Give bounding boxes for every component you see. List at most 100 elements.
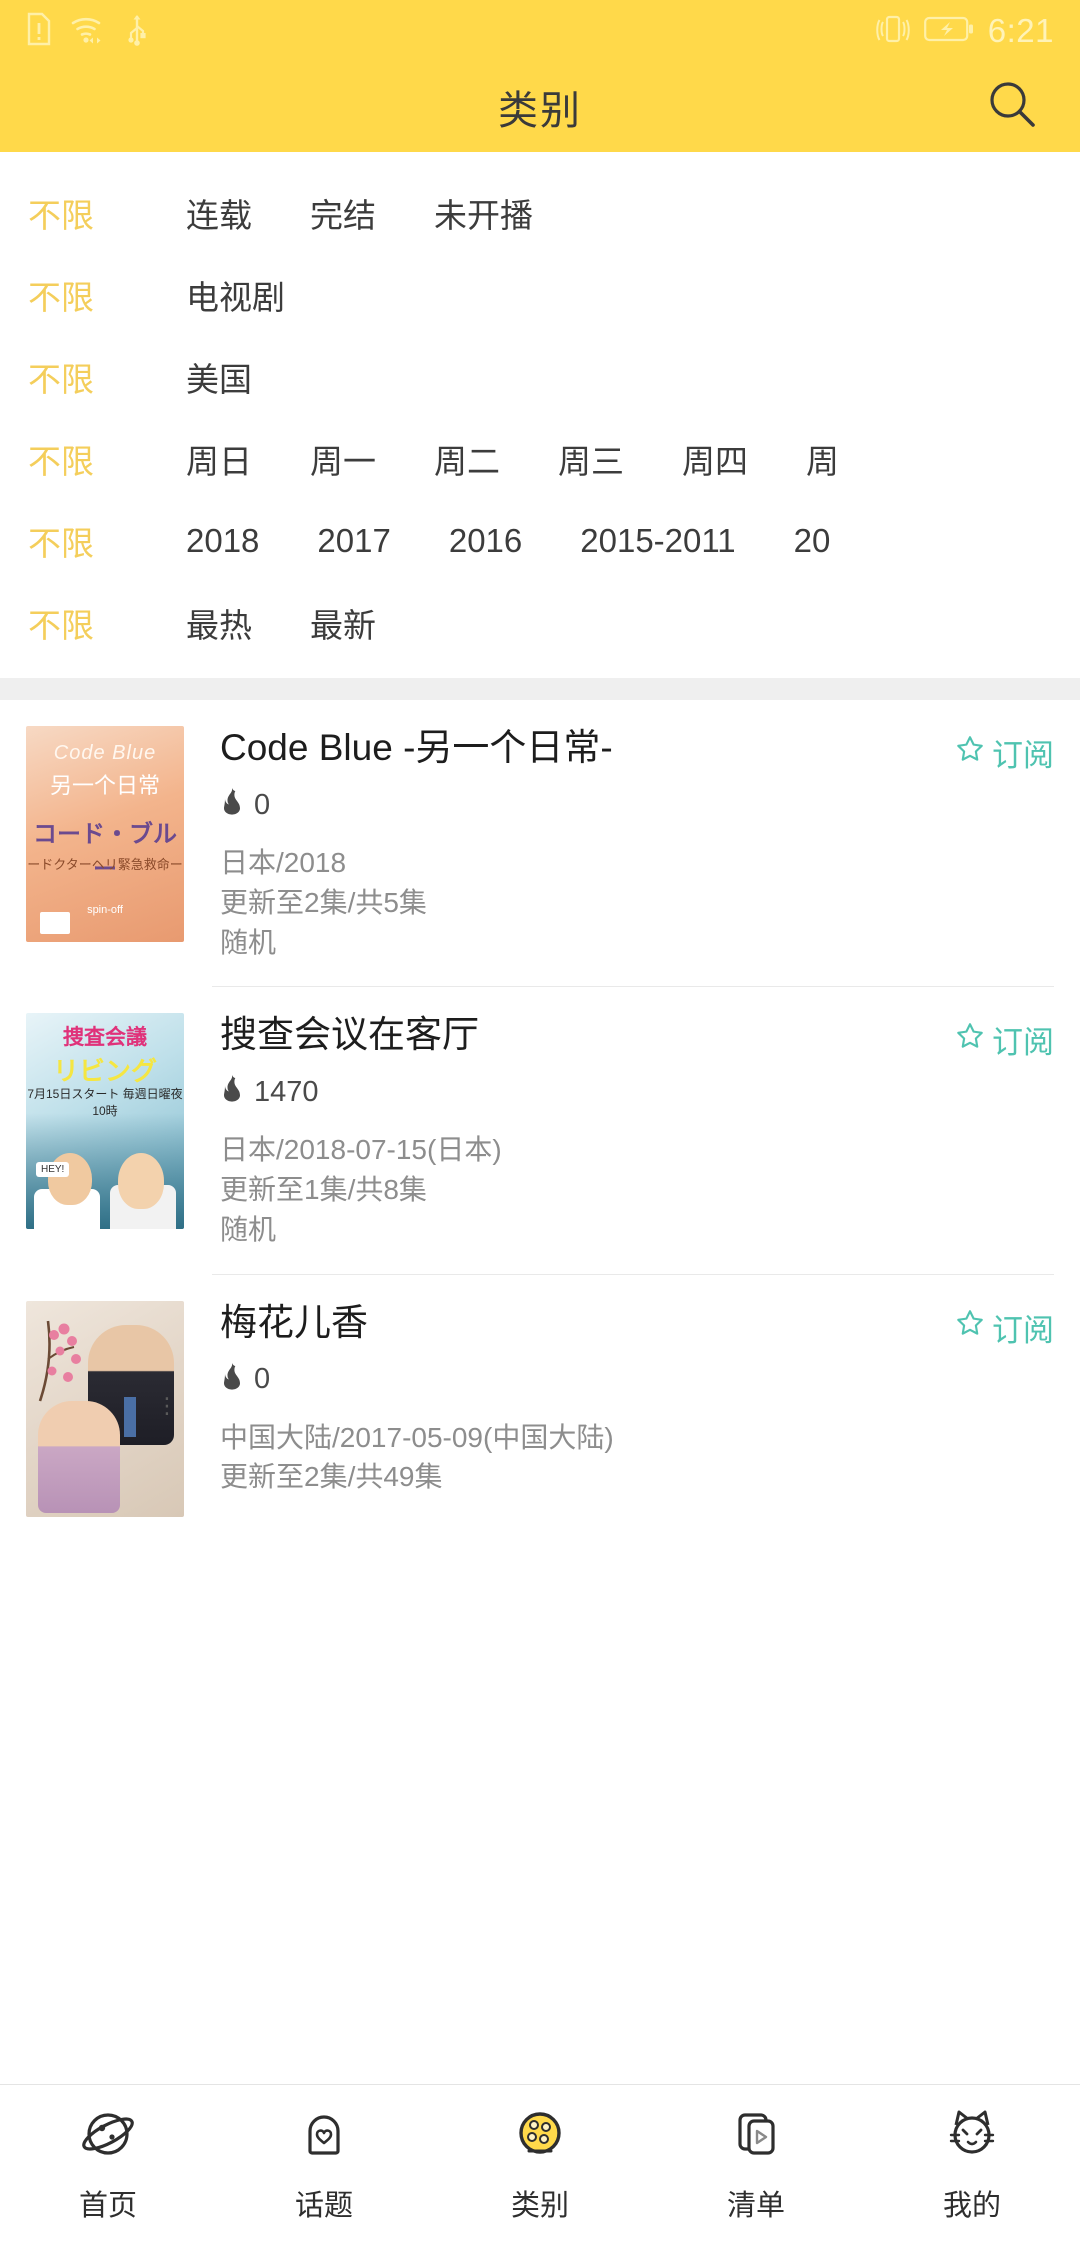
nav-label-category: 类别 xyxy=(510,2190,569,2222)
filter-status-option-2[interactable]: 完结 xyxy=(310,189,376,237)
app-header: 类别 xyxy=(0,62,1080,152)
filter-row-year: 不限 2018 2017 2016 2015-2011 20 xyxy=(0,500,1080,582)
subscribe-label: 订阅 xyxy=(992,738,1054,773)
search-icon xyxy=(984,77,1040,138)
filter-year-option-3[interactable]: 2016 xyxy=(449,522,522,560)
list-item[interactable]: 捜査会議 リビング 7月15日スタート 毎週日曜夜10時 HEY! 搜查会议在客… xyxy=(0,987,1080,1249)
vibrate-icon xyxy=(876,13,910,50)
filter-weekday-option-5[interactable]: 周四 xyxy=(682,435,748,483)
list-item[interactable]: Code Blue 另一个日常 コード・ブルー ードクターヘリ緊急救命ー spi… xyxy=(0,700,1080,962)
filter-region-option-1[interactable]: 美国 xyxy=(186,353,252,401)
star-outline-icon xyxy=(955,1308,985,1346)
film-reel-icon xyxy=(511,2105,569,2168)
section-divider xyxy=(0,678,1080,700)
poster-code-blue: Code Blue 另一个日常 コード・ブルー ードクターヘリ緊急救命ー spi… xyxy=(26,726,184,942)
meta-block: 日本/2018 更新至2集/共5集 随机 xyxy=(220,843,1054,962)
nav-label-home: 首页 xyxy=(78,2190,137,2222)
drama-list: Code Blue 另一个日常 コード・ブルー ードクターヘリ緊急救命ー spi… xyxy=(0,700,1080,1687)
play-card-icon xyxy=(727,2105,785,2168)
filter-panel: 不限 连载 完结 未开播 不限 电视剧 不限 美国 不限 周日 周一 周二 周三… xyxy=(0,152,1080,678)
nav-label-profile: 我的 xyxy=(942,2190,1001,2222)
drama-title: 搜查会议在客厅 xyxy=(220,1015,479,1056)
star-outline-icon xyxy=(955,734,985,772)
filter-row-sort: 不限 最热 最新 xyxy=(0,582,1080,664)
heat-row: 0 xyxy=(220,787,1054,823)
subscribe-button[interactable]: 订阅 xyxy=(941,730,1054,775)
filter-sort-option-0[interactable]: 不限 xyxy=(28,599,138,647)
status-bar-left xyxy=(26,12,148,51)
drama-title: Code Blue -另一个日常- xyxy=(220,728,613,768)
list-item-body: 梅花儿香 订阅 0 中国大陆/2017-05-09(中国大陆) 更新至2集/共4… xyxy=(184,1301,1054,1517)
meta-line: 更新至2集/共49集 xyxy=(220,1461,443,1493)
plum-blossom-decoration xyxy=(34,1315,90,1405)
meta-line: 中国大陆/2017-05-09(中国大陆) xyxy=(220,1421,614,1453)
filter-row-region: 不限 美国 xyxy=(0,336,1080,418)
heat-count: 1470 xyxy=(254,1075,319,1108)
filter-weekday-option-6[interactable]: 周 xyxy=(806,435,839,483)
star-outline-icon xyxy=(955,1021,985,1059)
search-button[interactable] xyxy=(980,75,1044,139)
nav-label-list: 清单 xyxy=(726,2190,785,2222)
filter-status-option-0[interactable]: 不限 xyxy=(28,189,138,237)
poster-meihua: ⋮ xyxy=(26,1300,184,1517)
filter-row-weekday: 不限 周日 周一 周二 周三 周四 周 xyxy=(0,418,1080,500)
subscribe-button[interactable]: 订阅 xyxy=(941,1017,1054,1062)
meta-line: 更新至1集/共8集 xyxy=(220,1174,427,1205)
meta-line: 更新至2集/共5集 xyxy=(220,886,427,918)
filter-type-option-1[interactable]: 电视剧 xyxy=(186,271,285,319)
filter-weekday-option-2[interactable]: 周一 xyxy=(310,435,376,483)
filter-year-option-2[interactable]: 2017 xyxy=(317,522,390,560)
list-item-title-row: Code Blue -另一个日常- 订阅 xyxy=(220,728,1054,775)
list-item-title-row: 梅花儿香 订阅 xyxy=(220,1303,1054,1350)
meta-block: 日本/2018-07-15(日本) 更新至1集/共8集 随机 xyxy=(220,1130,1054,1249)
meta-line: 日本/2018-07-15(日本) xyxy=(220,1134,502,1166)
nav-item-home[interactable]: 首页 xyxy=(0,2105,216,2224)
filter-weekday-option-0[interactable]: 不限 xyxy=(28,435,138,483)
status-bar: 6:21 xyxy=(0,0,1080,62)
subscribe-label: 订阅 xyxy=(992,1312,1054,1348)
heat-count: 0 xyxy=(254,788,271,821)
filter-status-option-1[interactable]: 连载 xyxy=(186,189,252,237)
nav-label-topics: 话题 xyxy=(294,2190,353,2222)
subscribe-label: 订阅 xyxy=(992,1025,1054,1061)
nav-item-list[interactable]: 清单 xyxy=(648,2105,864,2224)
heat-row: 1470 xyxy=(220,1074,1054,1110)
filter-sort-option-1[interactable]: 最热 xyxy=(186,599,252,647)
wifi-icon xyxy=(70,13,108,50)
filter-region-option-0[interactable]: 不限 xyxy=(28,353,138,401)
nav-item-profile[interactable]: 我的 xyxy=(864,2105,1080,2224)
filter-year-option-0[interactable]: 不限 xyxy=(28,517,138,565)
usb-icon xyxy=(126,12,148,51)
meta-line: 随机 xyxy=(220,1213,277,1245)
bottom-navigation: 首页 话题 类别 清单 我的 xyxy=(0,2084,1080,2244)
drama-title: 梅花儿香 xyxy=(220,1302,368,1343)
list-item[interactable]: ⋮ 梅花儿香 订阅 0 中国大陆/2017-05-09(中国大陆) 更新至2集/… xyxy=(0,1275,1080,1517)
filter-sort-option-2[interactable]: 最新 xyxy=(310,599,376,647)
subscribe-button[interactable]: 订阅 xyxy=(941,1305,1054,1350)
list-item-title-row: 搜查会议在客厅 订阅 xyxy=(220,1015,1054,1062)
filter-weekday-option-3[interactable]: 周二 xyxy=(434,435,500,483)
fire-icon xyxy=(220,1362,244,1398)
meta-block: 中国大陆/2017-05-09(中国大陆) 更新至2集/共49集 xyxy=(220,1418,1054,1498)
nav-item-topics[interactable]: 话题 xyxy=(216,2105,432,2224)
nav-item-category[interactable]: 类别 xyxy=(432,2105,648,2224)
filter-year-option-5[interactable]: 20 xyxy=(794,522,831,560)
filter-year-option-4[interactable]: 2015-2011 xyxy=(580,522,735,560)
heat-count: 0 xyxy=(254,1363,271,1395)
filter-type-option-0[interactable]: 不限 xyxy=(28,271,138,319)
more-dots-icon: ⋮ xyxy=(156,1392,178,1418)
filter-weekday-option-4[interactable]: 周三 xyxy=(558,435,624,483)
status-bar-right: 6:21 xyxy=(876,12,1054,50)
filter-status-option-3[interactable]: 未开播 xyxy=(434,189,533,237)
filter-row-status: 不限 连载 完结 未开播 xyxy=(0,172,1080,254)
filter-weekday-option-1[interactable]: 周日 xyxy=(186,435,252,483)
heart-icon xyxy=(295,2105,353,2168)
filter-year-option-1[interactable]: 2018 xyxy=(186,522,259,560)
fire-icon xyxy=(220,1074,244,1110)
poster-souba-kaigi: 捜査会議 リビング 7月15日スタート 毎週日曜夜10時 HEY! xyxy=(26,1013,184,1230)
fire-icon xyxy=(220,787,244,823)
planet-icon xyxy=(79,2105,137,2168)
cat-face-icon xyxy=(943,2105,1001,2168)
heat-row: 0 xyxy=(220,1362,1054,1398)
list-item-body: Code Blue -另一个日常- 订阅 0 日本/2018 更新至2集/共5集… xyxy=(184,726,1054,962)
